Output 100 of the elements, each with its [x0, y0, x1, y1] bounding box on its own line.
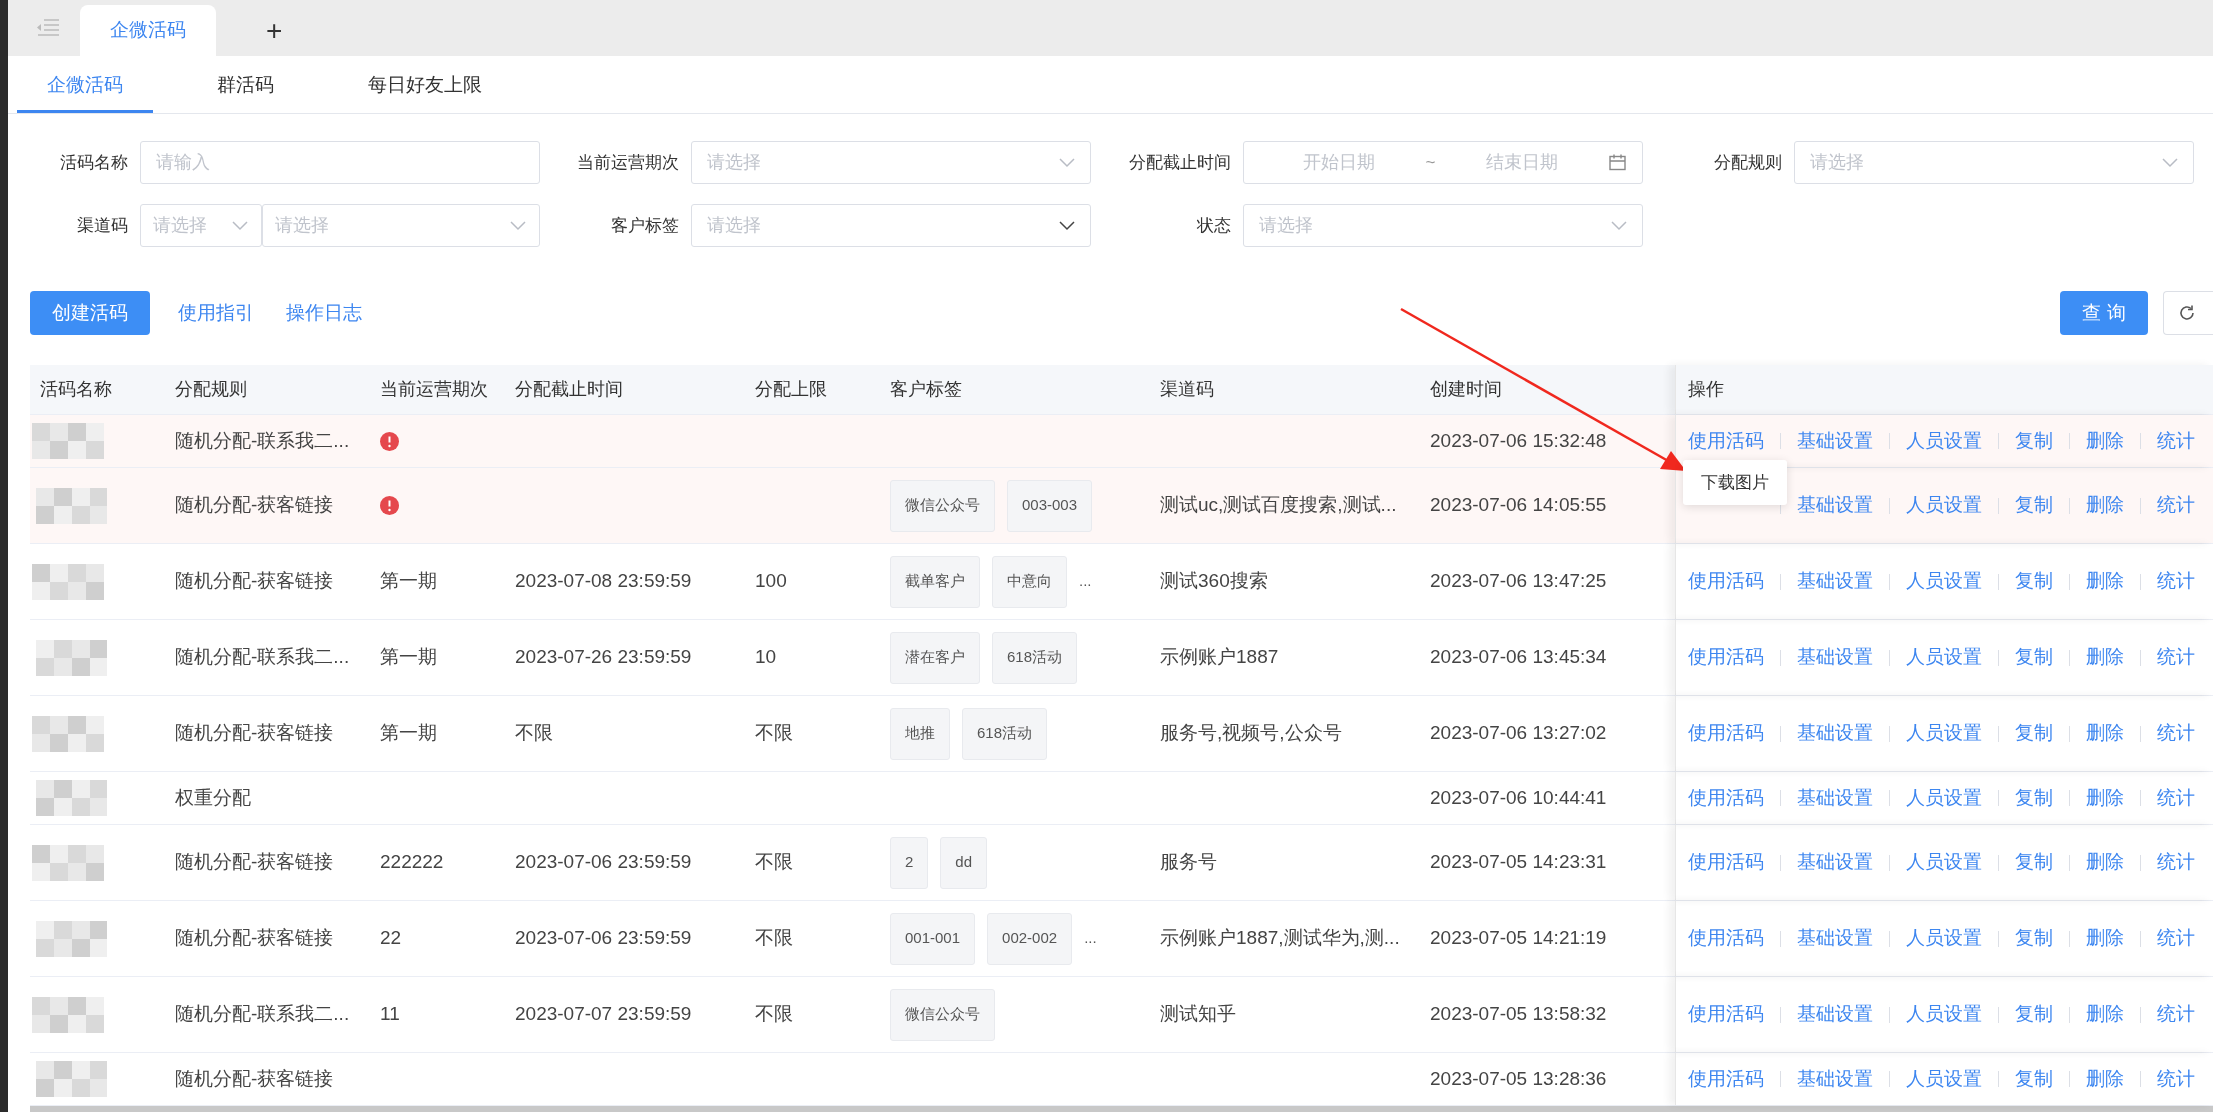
action-link[interactable]: 人员设置 [1906, 848, 1982, 877]
end-date-input[interactable]: 结束日期 [1452, 149, 1593, 176]
action-link[interactable]: 人员设置 [1906, 1000, 1982, 1029]
action-link[interactable]: 复制 [2015, 643, 2053, 672]
page-tab[interactable]: 企微活码 [80, 5, 216, 56]
sub-tab[interactable]: 企微活码 [17, 69, 153, 113]
action-link[interactable]: 删除 [2086, 491, 2124, 520]
action-link[interactable]: 基础设置 [1797, 719, 1873, 748]
action-link[interactable]: 复制 [2015, 924, 2053, 953]
select-field[interactable]: 请选择 [262, 204, 540, 247]
action-link[interactable]: 基础设置 [1797, 1064, 1873, 1094]
table-cell-text: 11 [379, 1002, 401, 1027]
table-cell-text: 10 [754, 645, 778, 670]
action-link[interactable]: 基础设置 [1797, 643, 1873, 672]
action-link[interactable]: 统计 [2157, 1064, 2195, 1094]
action-link[interactable]: 统计 [2157, 783, 2195, 813]
action-link[interactable]: 基础设置 [1797, 848, 1873, 877]
column-header: 操作 [1675, 365, 2213, 414]
action-link[interactable]: 删除 [2086, 643, 2124, 672]
action-link[interactable]: 使用活码 [1688, 643, 1764, 672]
action-link[interactable]: 统计 [2157, 643, 2195, 672]
action-link[interactable]: 基础设置 [1797, 1000, 1873, 1029]
table-cell-text: 随机分配-联系我二... [174, 1002, 351, 1027]
action-link[interactable]: 使用活码 [1688, 426, 1764, 456]
add-tab-button[interactable]: + [226, 5, 323, 56]
action-link[interactable]: 人员设置 [1906, 783, 1982, 813]
table-cell-text: 2023-07-05 14:21:19 [1429, 926, 1608, 951]
tag: 618活动 [962, 707, 1048, 760]
action-link[interactable]: 基础设置 [1797, 924, 1873, 953]
action-link[interactable]: 删除 [2086, 924, 2124, 953]
action-link[interactable]: 使用活码 [1688, 783, 1764, 813]
action-link[interactable]: 统计 [2157, 1000, 2195, 1029]
sub-tab[interactable]: 每日好友上限 [338, 69, 512, 113]
search-button[interactable]: 查 询 [2060, 291, 2148, 335]
action-link[interactable]: 人员设置 [1906, 719, 1982, 748]
create-button[interactable]: 创建活码 [30, 291, 150, 335]
menu-collapse-icon[interactable] [36, 18, 60, 38]
action-link[interactable]: 复制 [2015, 491, 2053, 520]
action-link[interactable]: 人员设置 [1906, 491, 1982, 520]
text-input[interactable]: 请输入 [140, 141, 540, 184]
toolbar-link[interactable]: 操作日志 [270, 298, 378, 328]
action-link[interactable]: 基础设置 [1797, 783, 1873, 813]
chevron-down-icon [1059, 158, 1076, 168]
table-cell-text: 随机分配-获客链接 [174, 926, 335, 951]
horizontal-scrollbar[interactable] [30, 1106, 2213, 1112]
action-link[interactable]: 使用活码 [1688, 719, 1764, 748]
action-link[interactable]: 统计 [2157, 719, 2195, 748]
action-link[interactable]: 使用活码 [1688, 1000, 1764, 1029]
action-link[interactable]: 基础设置 [1797, 426, 1873, 456]
action-link[interactable]: 删除 [2086, 567, 2124, 596]
range-separator: ~ [1425, 151, 1436, 174]
action-link[interactable]: 人员设置 [1906, 643, 1982, 672]
action-link[interactable]: 基础设置 [1797, 567, 1873, 596]
action-link[interactable]: 删除 [2086, 848, 2124, 877]
select-field[interactable]: 请选择 [1793, 141, 2194, 184]
table-cell-text: 2023-07-06 10:44:41 [1429, 785, 1608, 810]
table-cell-text: 随机分配-联系我二... [174, 645, 351, 670]
refresh-button[interactable] [2163, 291, 2213, 335]
action-link[interactable]: 使用活码 [1688, 924, 1764, 953]
action-link[interactable]: 复制 [2015, 426, 2053, 456]
tag: 001-001 [890, 912, 976, 965]
chevron-down-icon [232, 221, 248, 231]
action-link[interactable]: 复制 [2015, 567, 2053, 596]
action-link[interactable]: 使用活码 [1688, 1064, 1764, 1094]
action-link[interactable]: 统计 [2157, 848, 2195, 877]
action-link[interactable]: 复制 [2015, 848, 2053, 877]
action-link[interactable]: 复制 [2015, 1000, 2053, 1029]
select-field[interactable]: 请选择 [691, 204, 1092, 247]
select-field[interactable]: 请选择 [1242, 204, 1643, 247]
action-link[interactable]: 删除 [2086, 783, 2124, 813]
toolbar-link[interactable]: 使用指引 [162, 298, 270, 328]
filter-label: 分配截止时间 [1127, 151, 1232, 174]
date-range-field[interactable]: 开始日期 ~ 结束日期 [1242, 141, 1643, 184]
select-field[interactable]: 请选择 [691, 141, 1092, 184]
action-link[interactable]: 统计 [2157, 491, 2195, 520]
table-cell-text: 2023-07-05 13:58:32 [1429, 1002, 1608, 1027]
action-link[interactable]: 统计 [2157, 426, 2195, 456]
action-link[interactable]: 统计 [2157, 567, 2195, 596]
table-cell-text: 第一期 [379, 645, 438, 670]
action-link[interactable]: 删除 [2086, 719, 2124, 748]
action-link[interactable]: 复制 [2015, 719, 2053, 748]
table-cell-text: 2023-07-06 15:32:48 [1429, 428, 1608, 453]
start-date-input[interactable]: 开始日期 [1268, 149, 1409, 176]
action-link[interactable]: 人员设置 [1906, 426, 1982, 456]
action-link[interactable]: 删除 [2086, 426, 2124, 456]
action-link[interactable]: 人员设置 [1906, 1064, 1982, 1094]
action-link[interactable]: 删除 [2086, 1064, 2124, 1094]
action-link[interactable]: 基础设置 [1797, 491, 1873, 520]
select-field[interactable]: 请选择 [140, 204, 262, 247]
action-link[interactable]: 统计 [2157, 924, 2195, 953]
action-link[interactable]: 使用活码 [1688, 848, 1764, 877]
sub-tab[interactable]: 群活码 [187, 69, 304, 113]
action-link[interactable]: 使用活码 [1688, 567, 1764, 596]
action-link[interactable]: 人员设置 [1906, 567, 1982, 596]
action-link[interactable]: 复制 [2015, 1064, 2053, 1094]
action-link[interactable]: 复制 [2015, 783, 2053, 813]
action-link[interactable]: 删除 [2086, 1000, 2124, 1029]
chevron-down-icon [2161, 158, 2178, 168]
action-link[interactable]: 人员设置 [1906, 924, 1982, 953]
table-cell-text: 示例账户1887,测试华为,测... [1159, 926, 1401, 951]
